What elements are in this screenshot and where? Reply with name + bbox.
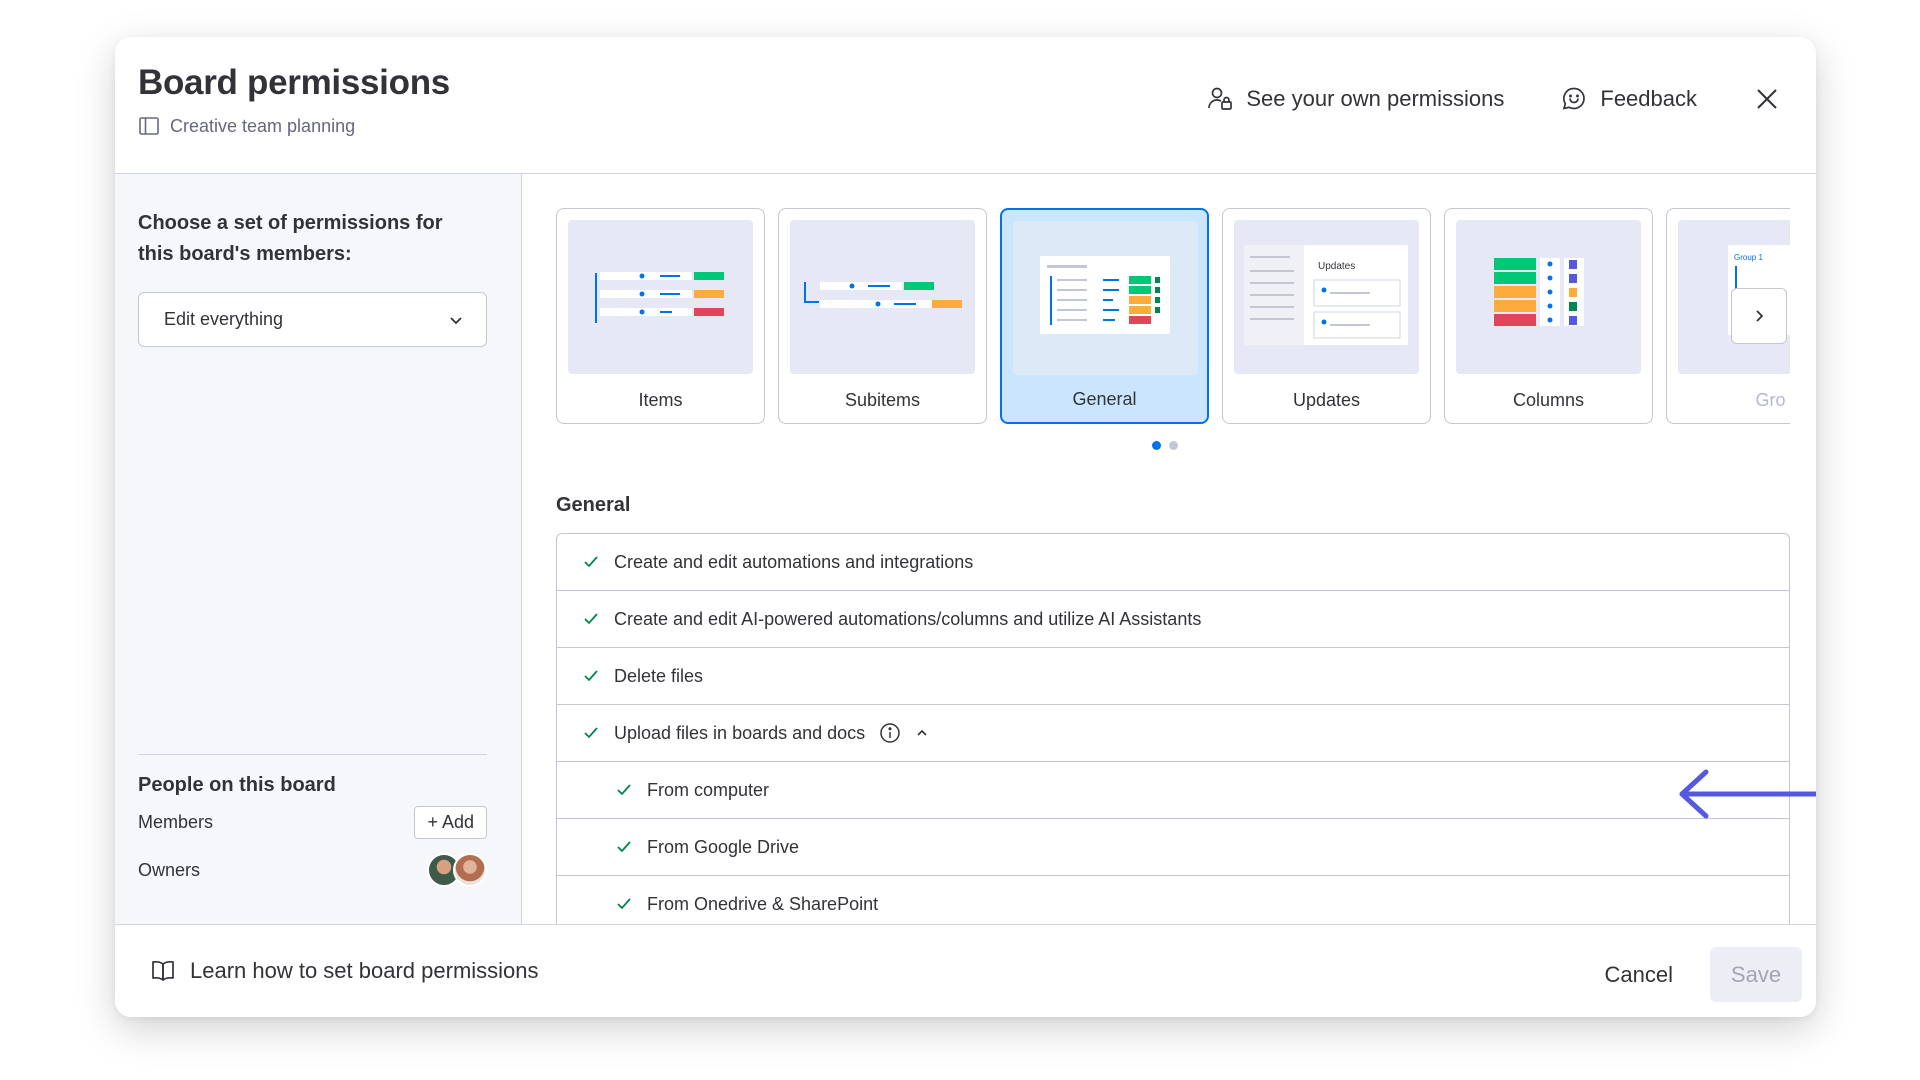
cancel-button[interactable]: Cancel (1595, 947, 1683, 1002)
check-icon (584, 613, 598, 625)
check-icon (584, 727, 598, 739)
subitems-illustration (804, 282, 962, 308)
feedback-label: Feedback (1600, 86, 1697, 111)
check-icon (617, 898, 631, 910)
choose-permissions-label: Choose a set of permissions for this boa… (138, 212, 443, 265)
category-carousel: Items Subitems General Updates Updates C… (556, 208, 1790, 424)
category-label: Updates (1292, 390, 1361, 410)
check-icon (584, 670, 598, 682)
avatar[interactable] (453, 853, 487, 887)
permission-row[interactable]: Create and edit automations and integrat… (557, 534, 1789, 591)
owners-row: Owners (138, 852, 487, 888)
permission-subrow[interactable]: From Google Drive (557, 819, 1789, 876)
check-icon (584, 556, 598, 568)
board-permissions-modal: Board permissions Creative team planning… (115, 37, 1816, 1017)
permissions-list: Create and edit automations and integrat… (556, 533, 1790, 924)
save-button[interactable]: Save (1710, 947, 1802, 1002)
columns-illustration (1494, 258, 1584, 326)
permission-row[interactable]: Delete files (557, 648, 1789, 705)
permission-row-expandable[interactable]: Upload files in boards and docs (557, 705, 1789, 762)
carousel-next-button[interactable] (1731, 288, 1787, 344)
permissions-detail-panel: Items Subitems General Updates Updates C… (522, 174, 1816, 924)
arrow-left-icon (1679, 769, 1816, 819)
columns-thumbnail (1456, 220, 1641, 374)
items-illustration (595, 272, 724, 323)
permission-set-dropdown[interactable]: Edit everything (138, 292, 487, 347)
board-breadcrumb: Creative team planning (138, 115, 355, 137)
page-title: Board permissions (138, 63, 450, 102)
header-actions: See your own permissions Feedback (1206, 85, 1781, 113)
permission-label: Upload files in boards and docs (614, 722, 866, 743)
updates-thumbnail: Updates (1234, 220, 1419, 374)
people-section-title: People on this board (138, 774, 336, 796)
category-card-updates[interactable]: Updates Updates (1222, 208, 1431, 424)
close-icon (1757, 89, 1777, 109)
divider (138, 754, 487, 755)
updates-thumb-title: Updates (1318, 261, 1355, 272)
members-label: Members (138, 811, 214, 832)
category-label: Columns (1512, 390, 1585, 410)
chevron-up-icon[interactable] (915, 726, 929, 740)
updates-illustration: Updates (1244, 245, 1408, 345)
owner-avatars[interactable] (427, 853, 487, 887)
chevron-right-icon (1756, 310, 1764, 322)
category-card-general[interactable]: General (1000, 208, 1209, 424)
permission-subrow[interactable]: From computer (557, 762, 1789, 819)
category-label: Items (638, 390, 683, 410)
permission-label: Delete files (614, 665, 704, 686)
close-button[interactable] (1753, 85, 1781, 113)
board-icon (139, 117, 159, 135)
section-title: General (556, 494, 631, 516)
modal-footer: Learn how to set board permissions Cance… (115, 924, 1816, 1017)
check-icon (617, 841, 631, 853)
chevron-down-icon (450, 316, 462, 324)
permission-row[interactable]: Create and edit AI-powered automations/c… (557, 591, 1789, 648)
feedback-icon (1563, 87, 1586, 110)
general-illustration (1040, 256, 1170, 334)
book-icon (152, 960, 174, 981)
board-name: Creative team planning (170, 115, 356, 136)
permission-label: Create and edit AI-powered automations/c… (614, 608, 1202, 629)
permission-label: From computer (647, 779, 770, 800)
category-card-items[interactable]: Items (556, 208, 765, 424)
pagination-dot[interactable] (1169, 441, 1178, 450)
permission-set-panel: Choose a set of permissions for this boa… (115, 174, 522, 924)
user-lock-icon (1208, 87, 1233, 110)
carousel-pagination (1152, 441, 1178, 450)
info-icon[interactable] (879, 722, 901, 744)
category-label: Subitems (844, 390, 921, 410)
learn-permissions-label: Learn how to set board permissions (190, 958, 539, 983)
category-label: General (1072, 389, 1137, 409)
feedback-button[interactable]: Feedback (1560, 85, 1697, 113)
pagination-dot[interactable] (1152, 441, 1161, 450)
owners-label: Owners (138, 859, 201, 880)
permission-label: Create and edit automations and integrat… (614, 551, 974, 572)
subitems-thumbnail (790, 220, 975, 374)
permission-label: From Google Drive (647, 836, 800, 857)
dropdown-value: Edit everything (164, 309, 284, 329)
general-thumbnail (1013, 221, 1198, 375)
category-label: Gro (1755, 390, 1786, 410)
add-member-button[interactable]: + Add (414, 805, 487, 839)
see-own-permissions-label: See your own permissions (1246, 86, 1505, 111)
permission-label: From Onedrive & SharePoint (647, 893, 879, 914)
check-icon (617, 784, 631, 796)
see-own-permissions-button[interactable]: See your own permissions (1206, 85, 1504, 113)
permission-subrow[interactable]: From Onedrive & SharePoint (557, 876, 1789, 924)
learn-permissions-link[interactable]: Learn how to set board permissions (150, 958, 539, 984)
group-thumb-title: Group 1 (1734, 253, 1763, 262)
items-thumbnail (568, 220, 753, 374)
category-card-subitems[interactable]: Subitems (778, 208, 987, 424)
modal-header: Board permissions Creative team planning… (115, 37, 1816, 174)
members-row: Members + Add (138, 805, 487, 839)
category-card-columns[interactable]: Columns (1444, 208, 1653, 424)
